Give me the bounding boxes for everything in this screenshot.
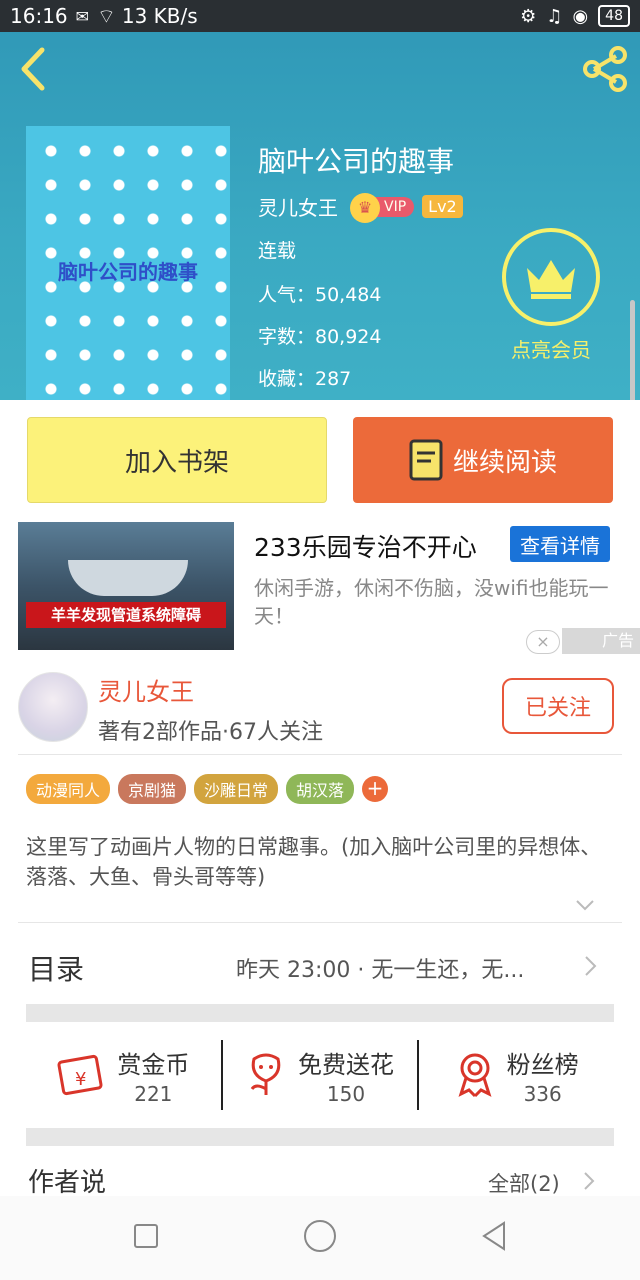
flower-icon [250,1053,281,1095]
follow-button[interactable]: 已关注 [502,678,614,734]
tag-item[interactable]: 动漫同人 [26,774,111,804]
lock-icon: ◉ [572,5,589,27]
divider [18,754,622,755]
author-says-title: 作者说 [28,1168,107,1198]
continue-reading-button[interactable]: 继续阅读 [353,417,613,503]
tag-list: 动漫同人 京剧猫 沙雕日常 胡汉落 + [26,774,389,804]
author-stats: 著有2部作品·67人关注 [98,720,323,745]
author-says-all-link[interactable]: 全部(2) [488,1168,560,1198]
chevron-down-icon[interactable] [574,894,596,916]
author-name-link[interactable]: 灵儿女王 [98,672,194,707]
serial-status: 连载 [258,240,297,262]
book-title: 脑叶公司的趣事 [258,145,455,178]
vibrate-icon: ⚙ [520,5,537,27]
red-envelope-icon: ¥ [57,1054,103,1096]
action-row: 加入书架 继续阅读 [0,400,640,522]
popularity-count: 人气：50,484 [258,284,382,306]
tag-item[interactable]: 胡汉落 [286,774,355,804]
avatar[interactable] [18,672,88,742]
level-badge: Lv2 [422,195,463,218]
ad-label: 广告 [562,628,640,654]
section-separator [26,1004,614,1022]
free-flower-label: 免费送花 [298,1050,394,1079]
ad-details-button[interactable]: 查看详情 [510,526,610,562]
ad-image-object [68,560,188,596]
chevron-right-icon[interactable] [580,954,600,978]
ad-block[interactable]: 羊羊发现管道系统障碍 233乐园专治不开心 查看详情 休闲手游，休闲不伤脑，没w… [0,522,640,662]
divider [18,922,622,923]
network-speed: 13 KB/s [121,4,198,28]
book-cover[interactable]: 脑叶公司的趣事 [26,126,230,400]
ad-description: 休闲手游，休闲不伤脑，没wifi也能玩一天！ [254,576,609,628]
svg-text:¥: ¥ [75,1069,86,1090]
member-label[interactable]: 点亮会员 [496,334,606,363]
member-button[interactable] [502,228,600,326]
back-arrow-icon[interactable] [14,44,54,94]
share-icon[interactable] [580,44,630,94]
chevron-right-icon[interactable] [580,1170,598,1192]
reward-coins-value: 221 [134,1081,173,1106]
wifi-icon: ⌔ [97,3,116,28]
fan-ranking-button[interactable]: 粉丝榜 336 [417,1040,614,1110]
reward-coins-label: 赏金币 [117,1050,190,1079]
favorites-count: 收藏：287 [258,368,352,390]
reward-coins-button[interactable]: ¥ 赏金币 221 [26,1040,221,1110]
back-icon[interactable] [480,1220,508,1252]
mute-icon: ♫ [546,5,563,27]
continue-reading-label: 继续阅读 [452,447,557,478]
ad-image[interactable]: 羊羊发现管道系统障碍 [18,522,234,650]
fan-ranking-value: 336 [523,1081,562,1106]
add-tag-button[interactable]: + [362,776,389,802]
section-separator [26,1128,614,1146]
vip-badge: ♛ VIP [350,192,415,223]
book-info-section: 灵儿女王 著有2部作品·67人关注 已关注 动漫同人 京剧猫 沙雕日常 胡汉落 … [0,662,640,1200]
ad-image-banner: 羊羊发现管道系统障碍 [26,602,226,628]
status-bar: 16:16 ✉ ⌔ 13 KB/s ⚙ ♫ ◉ 48 [0,0,640,32]
notification-icon: ✉ [75,6,90,26]
book-description: 这里写了动画片人物的日常趣事。(加入脑叶公司里的异想体、落落、大鱼、骨头哥等等) [26,835,602,889]
battery-icon: 48 [598,5,630,27]
home-icon[interactable] [304,1220,336,1252]
stats-row: ¥ 赏金币 221 免费送花 150 粉丝榜 336 [26,1040,614,1110]
word-count: 字数：80,924 [258,326,382,348]
crown-icon: ♛ [350,192,380,223]
catalog-title[interactable]: 目录 [28,948,84,988]
author-row: 灵儿女王 ♛ VIP Lv2 [258,192,463,223]
book-icon [409,439,443,481]
recent-apps-icon[interactable] [134,1224,158,1248]
status-time: 16:16 [10,4,68,28]
book-header: 16:16 ✉ ⌔ 13 KB/s ⚙ ♫ ◉ 48 脑叶公司的趣事 脑叶公司的… [0,0,640,400]
author-name[interactable]: 灵儿女王 [258,192,338,221]
medal-icon [458,1053,492,1098]
fan-ranking-label: 粉丝榜 [506,1050,579,1079]
tag-item[interactable]: 沙雕日常 [194,774,279,804]
tag-item[interactable]: 京剧猫 [118,774,187,804]
free-flower-value: 150 [326,1081,366,1106]
crown-icon [527,260,575,299]
latest-chapter[interactable]: 昨天 23:00 · 无一生还，无... [236,952,524,984]
free-flower-button[interactable]: 免费送花 150 [220,1040,418,1110]
scrollbar[interactable] [630,300,635,410]
ad-title[interactable]: 233乐园专治不开心 [254,528,477,564]
system-nav-bar [0,1196,640,1280]
ad-close-icon[interactable]: × [526,630,560,654]
add-to-shelf-button[interactable]: 加入书架 [27,417,327,503]
cover-title: 脑叶公司的趣事 [58,260,198,284]
